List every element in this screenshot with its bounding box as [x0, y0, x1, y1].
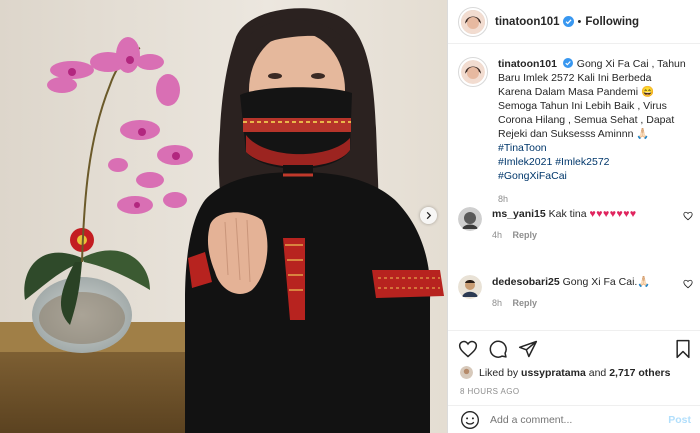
avatar[interactable]	[458, 275, 482, 299]
caption-username[interactable]: tinatoon101	[498, 58, 557, 70]
verified-icon	[563, 58, 574, 69]
post-photo[interactable]	[0, 0, 447, 433]
comment-icon[interactable]	[488, 339, 508, 359]
avatar-image	[461, 10, 485, 34]
reply-button[interactable]: Reply	[513, 298, 538, 308]
comment-item: ms_yani15 Kak tina ♥♥♥♥♥♥♥ 4h Reply	[458, 207, 693, 242]
chevron-right-icon	[424, 211, 433, 220]
avatar[interactable]	[460, 366, 473, 379]
comment-body: dedesobari25 Gong Xi Fa Cai.🙏🏻 8h Reply	[492, 275, 667, 310]
avatar-image	[458, 207, 482, 231]
caption-text: tinatoon101 Gong Xi Fa Cai , Tahun Baru …	[498, 57, 688, 206]
hashtag-link[interactable]: #GongXiFaCai	[498, 169, 688, 183]
carousel-next-button[interactable]	[420, 207, 437, 224]
bookmark-icon[interactable]	[673, 339, 693, 359]
avatar[interactable]	[458, 7, 488, 37]
comment-body: ms_yani15 Kak tina ♥♥♥♥♥♥♥ 4h Reply	[492, 207, 667, 242]
likes-user[interactable]: ussypratama	[521, 367, 586, 379]
comment-composer: Post	[448, 405, 700, 433]
reply-button[interactable]: Reply	[513, 230, 538, 240]
comment-age[interactable]: 8h	[492, 298, 502, 308]
likes-connector: and	[589, 367, 607, 379]
caption-avatar[interactable]	[458, 57, 488, 87]
comment-emoji: ♥♥♥♥♥♥♥	[590, 208, 637, 220]
comment-input[interactable]	[490, 414, 660, 426]
likes-prefix: Liked by	[479, 367, 518, 379]
comment-item: dedesobari25 Gong Xi Fa Cai.🙏🏻 8h Reply	[458, 275, 693, 310]
comment-username[interactable]: dedesobari25	[492, 276, 560, 288]
post-comment-button[interactable]: Post	[668, 414, 691, 426]
comment-meta: 8h Reply	[492, 296, 667, 310]
hashtag-link[interactable]: #TinaToon	[498, 141, 688, 155]
header-separator: •	[578, 16, 582, 28]
avatar-image	[458, 275, 482, 299]
following-button[interactable]: Following	[585, 16, 639, 28]
comments-list[interactable]: tinatoon101 Gong Xi Fa Cai , Tahun Baru …	[448, 45, 700, 330]
emoji-icon[interactable]	[460, 410, 480, 430]
comment-username[interactable]: ms_yani15	[492, 208, 546, 220]
post-timestamp[interactable]: 8 HOURS AGO	[460, 387, 520, 396]
comment-text: Gong Xi Fa Cai.🙏🏻	[563, 276, 651, 288]
heart-icon[interactable]	[683, 279, 693, 289]
share-icon[interactable]	[518, 339, 538, 359]
heart-icon[interactable]	[458, 339, 478, 359]
post-header: tinatoon101 • Following	[448, 0, 700, 44]
avatar-image	[461, 60, 485, 84]
comment-age[interactable]: 4h	[492, 230, 502, 240]
likes-summary: Liked by ussypratama and 2,717 others	[460, 366, 671, 379]
caption: tinatoon101 Gong Xi Fa Cai , Tahun Baru …	[458, 57, 693, 206]
post-image	[0, 0, 447, 433]
verified-icon	[563, 16, 574, 27]
caption-body: Gong Xi Fa Cai , Tahun Baru Imlek 2572 K…	[498, 58, 686, 140]
comment-meta: 4h Reply	[492, 228, 667, 242]
avatar[interactable]	[458, 207, 482, 231]
post-author-username[interactable]: tinatoon101	[495, 16, 560, 28]
post-side-panel: tinatoon101 • Following tinatoon101	[447, 0, 700, 433]
likes-count-link[interactable]: 2,717 others	[609, 367, 670, 379]
avatar-image	[460, 366, 473, 379]
hashtag-link[interactable]: #Imlek2572	[555, 156, 609, 168]
comment-text: Kak tina	[549, 208, 587, 220]
heart-icon[interactable]	[683, 211, 693, 221]
action-bar	[448, 330, 700, 362]
caption-age[interactable]: 8h	[498, 192, 688, 206]
hashtag-link[interactable]: #Imlek2021	[498, 156, 552, 168]
